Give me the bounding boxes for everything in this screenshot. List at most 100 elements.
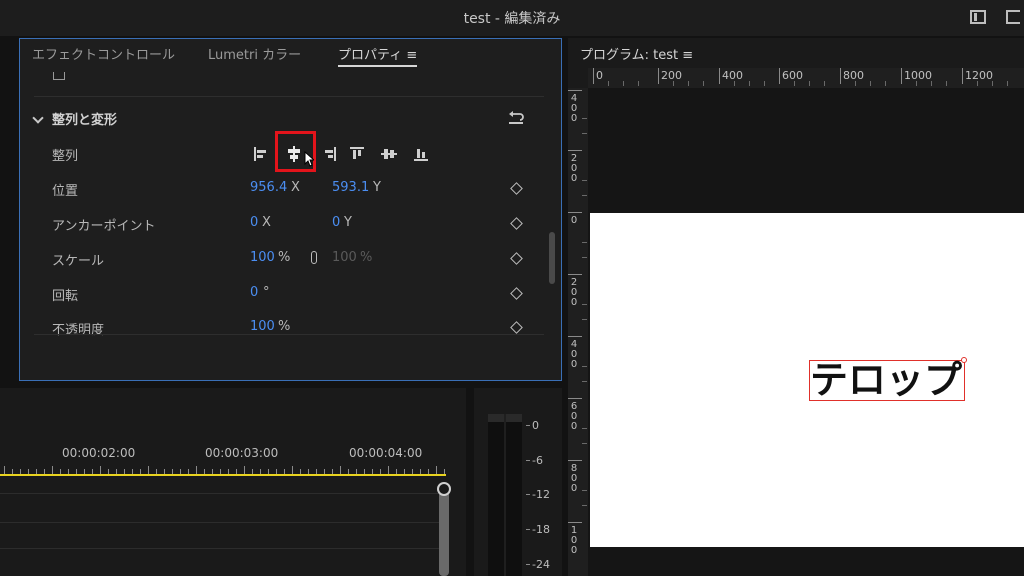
tab-effect-controls[interactable]: エフェクトコントロール [32, 44, 175, 63]
timecode-label: 00:00:02:00 [62, 446, 136, 460]
timecode-label: 00:00:04:00 [349, 446, 423, 460]
align-right-button[interactable] [320, 145, 338, 163]
divider [34, 96, 544, 97]
anchor-x-value[interactable]: 0 [250, 215, 258, 230]
db-label: -24 [532, 558, 550, 571]
panel-tabs: エフェクトコントロール Lumetri カラー プロパティ ≡ [20, 39, 561, 67]
ruler-label: 1000 [904, 69, 932, 82]
ruler-label: 100 [570, 525, 578, 556]
properties-panel: エフェクトコントロール Lumetri カラー プロパティ ≡ 整列と変形 整列 [19, 38, 562, 381]
position-label: 位置 [52, 184, 79, 199]
timeline-scroll-handle[interactable] [437, 482, 451, 496]
ruler-tick [436, 466, 437, 474]
ruler-tick [100, 466, 101, 474]
ruler-label: 800 [843, 69, 864, 82]
position-x-unit: X [291, 180, 300, 195]
ruler-label: 600 [570, 401, 578, 432]
mouse-cursor-icon [304, 151, 314, 167]
db-label: -6 [532, 454, 543, 467]
db-label: -12 [532, 488, 550, 501]
db-label: 0 [532, 419, 539, 432]
window-restore-icon[interactable] [1006, 10, 1020, 24]
window-title: test - 編集済み [463, 11, 561, 27]
work-area-bar[interactable] [0, 474, 446, 476]
align-vertical-center-icon [381, 149, 397, 159]
position-x-value[interactable]: 956.4 [250, 180, 287, 195]
track-divider [0, 522, 446, 523]
ruler-label: 200 [661, 69, 682, 82]
timeline-panel: 00:00:02:00 00:00:03:00 00:00:04:00 [0, 388, 466, 576]
ruler-label: 200 [570, 153, 578, 184]
divider [34, 334, 544, 335]
anchor-y-value[interactable]: 0 [332, 215, 340, 230]
ruler-label: 400 [722, 69, 743, 82]
checkbox-partial[interactable] [53, 72, 65, 80]
program-monitor: プログラム: test ≡ 0 200 400 600 800 1000 120… [568, 38, 1024, 576]
program-monitor-title[interactable]: プログラム: test ≡ [580, 44, 693, 63]
keyframe-diamond-icon[interactable] [510, 182, 523, 195]
scale-label: スケール [52, 254, 105, 269]
ruler-label: 400 [570, 339, 578, 370]
title-bar: test - 編集済み [0, 0, 1024, 36]
ruler-label: 600 [782, 69, 803, 82]
ruler-label: 0 [596, 69, 603, 82]
text-layer-box[interactable]: テロップ [809, 357, 967, 402]
align-top-icon [350, 147, 364, 159]
ruler-label: 0 [570, 215, 578, 226]
audio-level-bars [488, 414, 522, 576]
ruler-tick [340, 466, 341, 474]
panel-scrollbar[interactable] [549, 232, 555, 284]
ruler-tick [196, 466, 197, 474]
opacity-unit: % [278, 319, 291, 334]
keyframe-diamond-icon[interactable] [510, 287, 523, 300]
scale-unit: % [278, 250, 291, 265]
ruler-label: 200 [570, 277, 578, 308]
tab-lumetri-color[interactable]: Lumetri カラー [208, 44, 301, 63]
timecode-label: 00:00:03:00 [205, 446, 279, 460]
keyframe-diamond-icon[interactable] [510, 252, 523, 265]
rotation-value[interactable]: 0 [250, 285, 258, 300]
section-title: 整列と変形 [52, 113, 118, 128]
text-layer: テロップ [810, 358, 963, 402]
position-y-value[interactable]: 593.1 [332, 180, 369, 195]
align-bottom-button[interactable] [412, 145, 430, 163]
align-label: 整列 [52, 149, 79, 164]
reset-icon[interactable] [508, 111, 524, 125]
timeline-ruler[interactable] [0, 466, 446, 474]
ruler-label: 400 [570, 93, 578, 124]
scale-value[interactable]: 100 [250, 250, 275, 265]
anchor-y-unit: Y [344, 215, 352, 230]
chevron-down-icon [32, 112, 44, 124]
scale-linked-unit: % [360, 250, 373, 265]
ruler-tick [388, 466, 389, 474]
ruler-tick [52, 466, 53, 474]
horizontal-ruler: 0 200 400 600 800 1000 1200 [588, 68, 1024, 88]
vertical-ruler: 400 200 0 200 400 600 800 100 [568, 88, 588, 576]
rotation-unit: ° [263, 285, 270, 300]
transform-handle[interactable] [961, 357, 967, 363]
opacity-label: 不透明度 [52, 323, 105, 338]
link-chain-icon[interactable] [311, 251, 317, 264]
tab-properties[interactable]: プロパティ ≡ [338, 44, 418, 67]
ruler-tick [292, 466, 293, 474]
anchor-x-unit: X [262, 215, 271, 230]
ruler-tick [4, 466, 5, 474]
align-right-icon [325, 147, 336, 161]
ruler-tick [244, 466, 245, 474]
audio-meter: 0 -6 -12 -18 -24 [474, 388, 562, 576]
align-left-button[interactable] [252, 145, 270, 163]
timeline-scrollbar[interactable] [439, 484, 449, 576]
track-divider [0, 493, 446, 494]
panel-layout-icon[interactable] [970, 10, 986, 24]
tab-properties-label: プロパティ ≡ [338, 48, 418, 63]
keyframe-diamond-icon[interactable] [510, 217, 523, 230]
db-label: -18 [532, 523, 550, 536]
align-top-button[interactable] [348, 145, 366, 163]
keyframe-diamond-icon[interactable] [510, 321, 523, 334]
section-align-transform[interactable]: 整列と変形 [30, 109, 117, 128]
align-vertical-center-button[interactable] [380, 145, 398, 163]
ruler-label: 1200 [965, 69, 993, 82]
position-y-unit: Y [373, 180, 381, 195]
opacity-value[interactable]: 100 [250, 319, 275, 334]
scale-linked-value: 100 [332, 250, 357, 265]
